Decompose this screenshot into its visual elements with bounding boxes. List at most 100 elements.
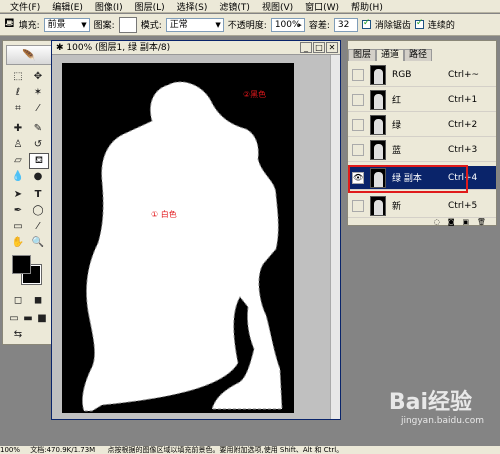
zoom-level[interactable]: 100% [0, 446, 20, 454]
visibility-toggle[interactable] [352, 68, 364, 81]
zoom-tool-icon[interactable]: 🔍 [29, 235, 47, 249]
opacity-input[interactable]: 100% ▸ [270, 17, 305, 32]
history-brush-icon[interactable]: ↺ [29, 137, 47, 151]
minimize-button[interactable]: _ [300, 42, 312, 53]
slice-tool-icon[interactable]: ⁄ [29, 101, 47, 115]
channel-thumbnail [370, 114, 386, 135]
menu-layer[interactable]: 图层(L) [135, 0, 165, 13]
marquee-tool-icon[interactable]: ⬚ [9, 69, 27, 83]
trash-icon[interactable]: 🗑 [477, 218, 486, 226]
feather-logo-icon: 🪶 [6, 45, 52, 65]
dodge-tool-icon[interactable]: ● [29, 169, 47, 183]
contiguous-checkbox[interactable] [414, 18, 424, 29]
quickmask-mode-icon[interactable]: ◼ [29, 293, 47, 307]
pattern-picker[interactable] [118, 16, 137, 33]
pen-tool-icon[interactable]: ✒ [9, 203, 27, 217]
pattern-label: 图案: [93, 21, 115, 31]
channel-name: RGB [392, 69, 412, 80]
new-channel-icon[interactable]: ▣ [462, 218, 469, 226]
screen-mode-black-icon[interactable]: ■ [35, 311, 49, 325]
maximize-button[interactable]: □ [313, 42, 325, 53]
channel-shortcut: Ctrl+1 [448, 94, 478, 105]
blur-tool-icon[interactable]: 💧 [9, 169, 27, 183]
channel-name: 新 [392, 202, 402, 212]
menu-view[interactable]: 视图(V) [262, 0, 293, 13]
shape-tool-icon[interactable]: ◯ [29, 203, 47, 217]
fill-value: 前景 [47, 19, 66, 30]
channel-shortcut: Ctrl+2 [448, 119, 478, 130]
menu-window[interactable]: 窗口(W) [305, 0, 339, 13]
tab-paths[interactable]: 路径 [404, 49, 433, 61]
menu-help[interactable]: 帮助(H) [351, 0, 383, 13]
status-bar: 100% 文档:470.9K/1.73M 点按根据的图像区域以填充前景色。要用附… [0, 446, 500, 454]
toolbox: 🪶 ⬚ ✥ ℓ ✶ ⌗ ⁄ ✚ ✎ ♙ ↺ ▱ ⛾ 💧 ● ➤ T ✒ ◯ ▭ … [2, 40, 54, 345]
tolerance-value: 32 [337, 19, 350, 30]
visibility-toggle[interactable] [352, 199, 364, 212]
path-select-icon[interactable]: ➤ [9, 187, 27, 201]
antialias-checkbox[interactable] [361, 18, 371, 29]
clone-stamp-icon[interactable]: ♙ [9, 137, 27, 151]
annotation-white: ① 白色 [151, 210, 177, 219]
mode-label: 模式: [140, 21, 162, 31]
channel-row-rgb[interactable]: RGB Ctrl+~ [348, 63, 496, 87]
fill-select[interactable]: 前景 ▼ [43, 17, 90, 32]
tab-channels[interactable]: 通道 [376, 49, 405, 61]
channel-thumbnail [370, 64, 386, 85]
image-canvas[interactable]: ②黑色 ① 白色 [62, 63, 294, 413]
eyedropper-tool-icon[interactable]: ⁄ [29, 219, 47, 233]
opacity-label: 不透明度: [227, 21, 267, 31]
channel-row-red[interactable]: 红 Ctrl+1 [348, 88, 496, 112]
chevron-down-icon: ▼ [81, 20, 87, 29]
document-icon: ✱ [56, 43, 67, 53]
menu-filter[interactable]: 滤镜(T) [219, 0, 250, 13]
channel-shortcut: Ctrl+3 [448, 144, 478, 155]
channel-thumbnail [370, 89, 386, 110]
options-bar: ⛾ 填充: 前景 ▼ 图案: 模式: 正常 ▼ 不透明度: 100% ▸ 容差: 32… [0, 14, 500, 36]
magic-wand-tool-icon[interactable]: ✶ [29, 85, 47, 99]
eraser-tool-icon[interactable]: ▱ [9, 153, 27, 167]
tolerance-label: 容差: [308, 21, 330, 31]
panel-footer: ◌ ◙ ▣ 🗑 [348, 218, 496, 226]
mode-select[interactable]: 正常 ▼ [165, 17, 224, 32]
vertical-scrollbar[interactable] [330, 55, 340, 419]
channel-thumbnail [370, 195, 386, 216]
healing-brush-icon[interactable]: ✚ [9, 121, 27, 135]
screen-mode-icon[interactable]: ▭ [7, 311, 21, 325]
tolerance-input[interactable]: 32 [333, 17, 358, 32]
watermark-url: jingyan.baidu.com [400, 416, 484, 426]
visibility-toggle[interactable] [352, 93, 364, 106]
tab-layers[interactable]: 图层 [348, 49, 377, 61]
antialias-label: 消除锯齿 [374, 21, 411, 31]
save-selection-icon[interactable]: ◙ [448, 218, 455, 226]
channel-name: 蓝 [392, 146, 402, 156]
screen-mode-full-icon[interactable]: ▬ [21, 311, 35, 325]
menu-select[interactable]: 选择(S) [177, 0, 208, 13]
fill-label: 填充: [18, 21, 40, 31]
lasso-tool-icon[interactable]: ℓ [9, 85, 27, 99]
menu-file[interactable]: 文件(F) [10, 0, 40, 13]
close-button[interactable]: ✕ [326, 42, 338, 53]
jump-to-imageready-icon[interactable]: ⇆ [9, 327, 27, 341]
baidu-watermark: Bai经验 [388, 390, 472, 415]
mode-value: 正常 [169, 19, 188, 30]
move-tool-icon[interactable]: ✥ [29, 69, 47, 83]
notes-tool-icon[interactable]: ▭ [9, 219, 27, 233]
standard-mode-icon[interactable]: ◻ [9, 293, 27, 307]
load-selection-icon[interactable]: ◌ [434, 218, 440, 226]
document-title: ✱ 100% (图层1, 绿 副本/8) [52, 41, 340, 55]
visibility-toggle[interactable] [352, 143, 364, 156]
type-tool-icon[interactable]: T [29, 187, 47, 201]
visibility-toggle[interactable] [352, 118, 364, 131]
menu-image[interactable]: 图像(I) [95, 0, 123, 13]
foreground-color-swatch[interactable] [12, 255, 31, 274]
brush-tool-icon[interactable]: ✎ [29, 121, 47, 135]
channel-row-new[interactable]: 新 Ctrl+5 [348, 194, 496, 218]
hand-tool-icon[interactable]: ✋ [9, 235, 27, 249]
channel-row-green[interactable]: 绿 Ctrl+2 [348, 113, 496, 137]
channel-row-blue[interactable]: 蓝 Ctrl+3 [348, 138, 496, 162]
crop-tool-icon[interactable]: ⌗ [9, 101, 27, 115]
paint-bucket-icon[interactable]: ⛾ [4, 16, 15, 33]
paint-bucket-tool-icon[interactable]: ⛾ [29, 153, 49, 169]
channel-name: 绿 [392, 121, 402, 131]
menu-edit[interactable]: 编辑(E) [52, 0, 83, 13]
